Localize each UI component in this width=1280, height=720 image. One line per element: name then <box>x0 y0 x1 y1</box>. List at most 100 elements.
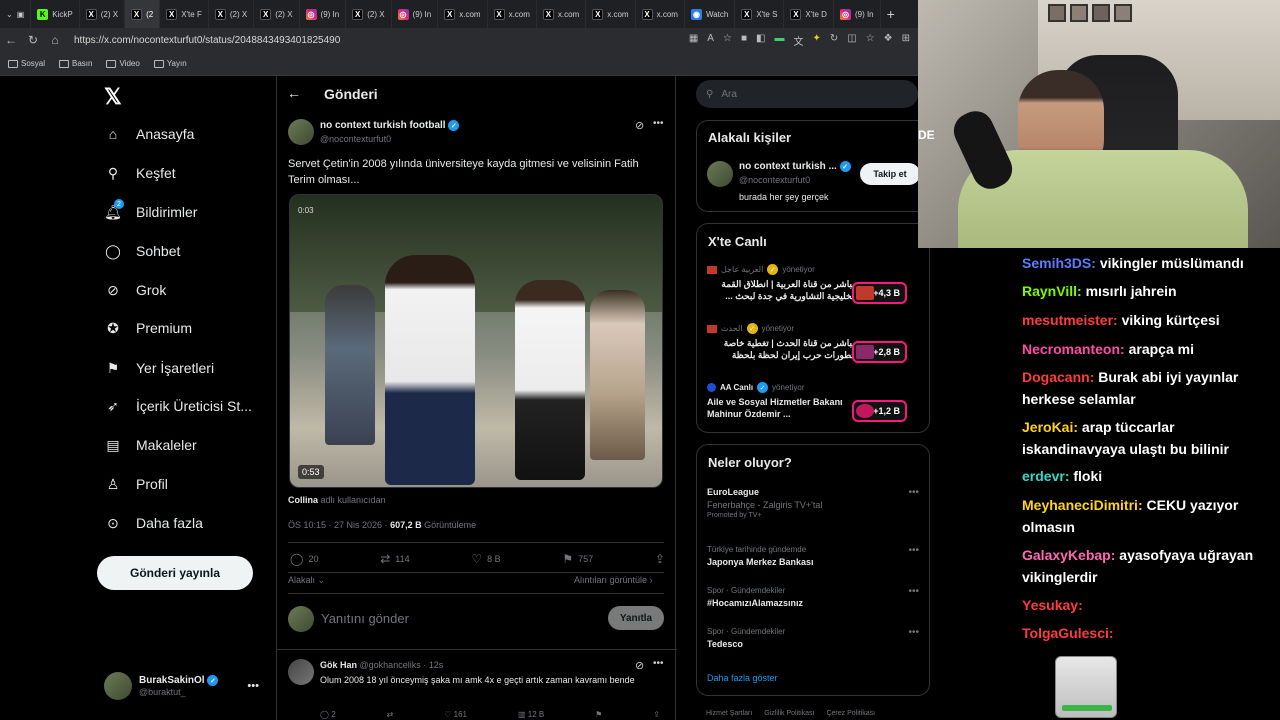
split-screen-icon[interactable]: ◫ <box>847 33 856 48</box>
repost-button[interactable]: ⇄ 114 <box>380 552 409 566</box>
footer-link[interactable]: Hizmet Şartları <box>706 710 752 717</box>
browser-tab[interactable]: X (2) X <box>254 0 300 28</box>
live-listeners-pill[interactable]: +1,2 B <box>852 400 907 422</box>
sync-icon[interactable]: ↻ <box>830 33 838 48</box>
repost-icon[interactable]: ⇄ <box>387 710 394 719</box>
more-icon[interactable]: ••• <box>908 487 919 498</box>
footer-link[interactable]: Gizlilik Politikası <box>764 710 814 717</box>
trend-item[interactable]: Spor · Gündemdekiler Tedesco ••• <box>707 627 919 649</box>
bookmark-sosyal[interactable]: Sosyal <box>8 59 45 68</box>
account-switcher[interactable]: BurakSakinOl ✓ @buraktut_ ••• <box>104 672 259 700</box>
like-button[interactable]: ♡ 161 <box>444 710 467 719</box>
browser-tab[interactable]: X (2 <box>125 0 161 28</box>
bookmark-basin[interactable]: Basın <box>59 59 92 68</box>
trend-item[interactable]: Spor · Gündemdekiler #HocamızıAlamazsını… <box>707 586 919 608</box>
bookmark-video[interactable]: Video <box>106 59 140 68</box>
reply-avatar[interactable] <box>288 659 314 685</box>
tab-actions[interactable]: ⌄ ▣ <box>0 0 32 28</box>
workspaces-icon[interactable]: ▣ <box>17 10 25 19</box>
more-icon[interactable]: ••• <box>908 586 919 597</box>
trend-item[interactable]: Türkiye tarihinde gündemde Japonya Merke… <box>707 545 919 567</box>
more-icon[interactable]: ••• <box>247 680 259 692</box>
url-field[interactable]: https://x.com/nocontexturfut0/status/204… <box>74 35 340 46</box>
browser-tab[interactable]: X X'te S <box>735 0 785 28</box>
live-listeners-pill[interactable]: +4,3 B <box>852 282 907 304</box>
browser-tab[interactable]: K KickP <box>31 0 80 28</box>
browser-tab[interactable]: ◎ (9) In <box>392 0 439 28</box>
post-button[interactable]: Gönderi yayınla <box>97 556 253 590</box>
extension-icon[interactable]: ✦ <box>812 33 820 48</box>
live-item[interactable]: AA Canlı ✓ yönetiyor Aile ve Sosyal Hizmet… <box>707 382 919 422</box>
browser-tab[interactable]: X (2) X <box>346 0 392 28</box>
chat-username[interactable]: MeyhaneciDimitri <box>1022 497 1138 513</box>
browser-tab[interactable]: ◎ (9) In <box>834 0 881 28</box>
live-item[interactable]: العربية عاجل ✓ yönetiyor مباشر من قناة الع… <box>707 264 919 304</box>
more-icon[interactable]: ••• <box>908 627 919 638</box>
nav-grok[interactable]: ⊘ Grok <box>104 278 166 302</box>
author-name-row[interactable]: no context turkish football ✓ <box>320 120 460 131</box>
live-item[interactable]: الحدث ✓ yönetiyor مباشر من قناة الحدث | تغ… <box>707 323 919 363</box>
view-quotes-link[interactable]: Alıntıları görüntüle › <box>574 575 653 585</box>
bookmark-yayin[interactable]: Yayın <box>153 59 187 68</box>
chat-username[interactable]: JeroKai <box>1022 419 1073 435</box>
browser-tab[interactable]: Xx.com <box>537 0 587 28</box>
chat-username[interactable]: erdevr <box>1022 468 1065 484</box>
browser-tab[interactable]: Xx.com <box>488 0 537 28</box>
nav-home[interactable]: ⌂ Anasayfa <box>104 122 195 146</box>
browser-tab[interactable]: ◎ (9) In <box>300 0 347 28</box>
browser-tab[interactable]: Xx.com <box>586 0 636 28</box>
reply-author[interactable]: Gök Han <box>320 660 357 670</box>
bookmark-button[interactable]: ⚑ 757 <box>562 552 593 566</box>
chevron-down-icon[interactable]: ⌄ <box>6 10 13 19</box>
browser-tab[interactable]: ◉ Watch <box>685 0 736 28</box>
chat-username[interactable]: Semih3DS <box>1022 255 1091 271</box>
browser-tab[interactable]: Xx.com <box>438 0 488 28</box>
author-avatar[interactable] <box>288 119 314 145</box>
views-button[interactable]: ▥ 12 B <box>518 710 544 719</box>
nav-premium[interactable]: ✪ Premium <box>104 316 192 340</box>
back-icon[interactable]: ← <box>0 33 22 47</box>
share-icon[interactable]: ⇪ <box>653 710 660 719</box>
follow-button[interactable]: Takip et <box>860 163 920 185</box>
person-name-row[interactable]: no context turkish ... ✓ <box>739 161 851 172</box>
nav-bookmarks[interactable]: ⚑ Yer İşaretleri <box>104 356 214 380</box>
favorite-icon[interactable]: ☆ <box>723 33 732 48</box>
credit-name[interactable]: Collina <box>288 495 318 505</box>
browser-tab[interactable]: Xx.com <box>636 0 685 28</box>
more-icon[interactable]: ••• <box>653 658 664 669</box>
more-icon[interactable]: ••• <box>653 118 664 129</box>
like-button[interactable]: ♡ 8 B <box>471 552 500 566</box>
share-button[interactable]: ⇪ <box>655 552 665 566</box>
relevance-dropdown[interactable]: Alakalı ⌄ <box>288 575 325 586</box>
profile-icon[interactable]: ⊞ <box>902 33 910 48</box>
home-icon[interactable]: ⌂ <box>44 33 66 47</box>
chat-username[interactable]: Yesukay <box>1022 597 1078 613</box>
chat-username[interactable]: mesutmeister <box>1022 312 1113 328</box>
browser-tab[interactable]: X (2) X <box>209 0 255 28</box>
refresh-icon[interactable]: ↻ <box>22 33 44 47</box>
collections-icon[interactable]: ❖ <box>884 33 893 48</box>
translate-icon[interactable]: 文 <box>793 33 803 48</box>
footer-link[interactable]: Çerez Politikası <box>826 710 875 717</box>
reply-button[interactable]: ◯ 2 <box>320 710 336 719</box>
extension-icon[interactable]: ■ <box>741 33 747 48</box>
person-avatar[interactable] <box>707 161 733 187</box>
reply-submit-button[interactable]: Yanıtla <box>608 606 664 630</box>
browser-tab[interactable]: X X'te F <box>160 0 209 28</box>
chat-username[interactable]: TolgaGulesci <box>1022 625 1109 641</box>
search-input[interactable]: ⚲ Ara <box>696 80 918 108</box>
chat-username[interactable]: Necromanteon <box>1022 341 1120 357</box>
extension-icon[interactable]: ◧ <box>756 33 765 48</box>
nav-notifications[interactable]: 🔔︎ 2 Bildirimler <box>104 199 197 224</box>
read-aloud-icon[interactable]: A <box>707 33 714 48</box>
show-more-link[interactable]: Daha fazla göster <box>707 673 778 683</box>
nav-more[interactable]: ⊙ Daha fazla <box>104 511 203 535</box>
chat-username[interactable]: RaynVill <box>1022 283 1077 299</box>
chat-username[interactable]: GalaxyKebap <box>1022 547 1111 563</box>
nav-creator-studio[interactable]: ➶ İçerik Üreticisi St... <box>104 394 252 418</box>
nav-profile[interactable]: ♙ Profil <box>104 472 168 496</box>
back-arrow-icon[interactable]: ← <box>287 85 301 101</box>
live-listeners-pill[interactable]: +2,8 B <box>852 341 907 363</box>
nav-explore[interactable]: ⚲ Keşfet <box>104 161 176 185</box>
extension-icon[interactable]: ▬ <box>774 33 784 48</box>
